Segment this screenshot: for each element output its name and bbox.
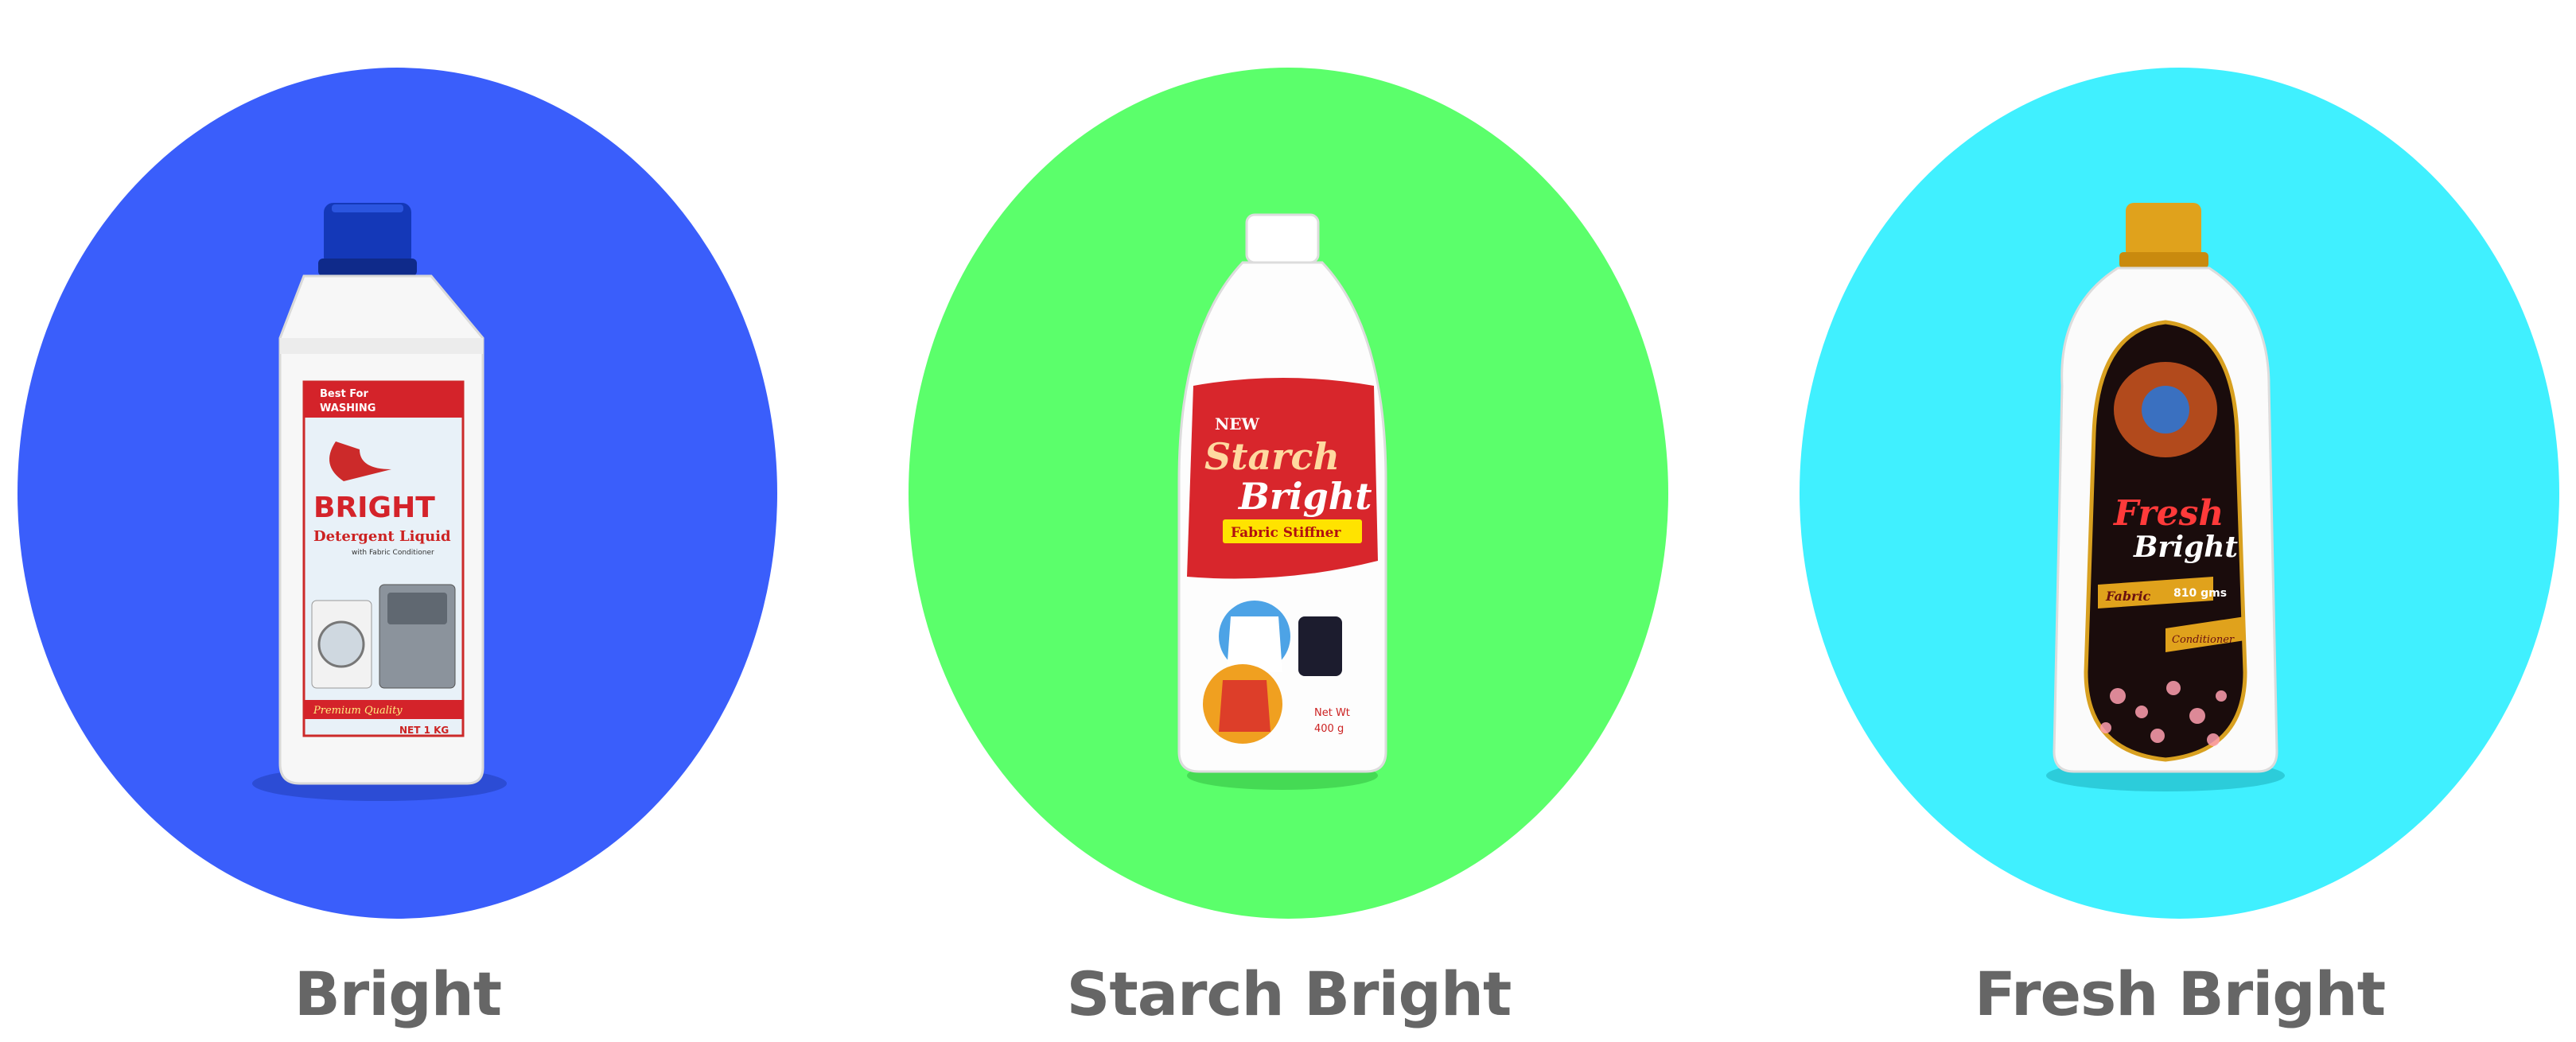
label-net: NET 1 KG bbox=[399, 725, 449, 736]
label-small: with Fabric Conditioner bbox=[352, 549, 434, 557]
product-card-bright[interactable]: Best For WASHING BRIGHT Detergent Liquid… bbox=[0, 0, 796, 1042]
label-net: 810 gms bbox=[2173, 587, 2227, 600]
label-net-weight: Net Wt bbox=[1314, 707, 1350, 719]
label-net-value: 400 g bbox=[1314, 723, 1344, 735]
conditioner-bottle-image: Fresh Bright Fabric 810 gms Conditioner bbox=[2046, 203, 2285, 791]
detergent-bottle-image: Best For WASHING BRIGHT Detergent Liquid… bbox=[252, 203, 507, 801]
label-tag-fabric: Fabric bbox=[2105, 589, 2151, 604]
label-brand-line2: Bright bbox=[1237, 475, 1372, 518]
label-quality: Premium Quality bbox=[313, 705, 403, 717]
label-brand-line2: Bright bbox=[2133, 531, 2238, 564]
product-name: Fresh Bright bbox=[1974, 958, 2386, 1029]
label-subtitle: Detergent Liquid bbox=[313, 528, 451, 545]
label-brand-line1: Fresh bbox=[2112, 493, 2224, 534]
label-tag: Fabric Stiffner bbox=[1231, 525, 1341, 541]
product-card-starch-bright[interactable]: NEW Starch Bright Fabric Stiffner Net Wt… bbox=[891, 0, 1687, 1042]
product-name: Bright bbox=[294, 958, 502, 1029]
label-tag-conditioner: Conditioner bbox=[2172, 634, 2235, 646]
label-brand-line1: Starch bbox=[1204, 435, 1340, 478]
starch-bottle-image: NEW Starch Bright Fabric Stiffner Net Wt… bbox=[1177, 213, 1387, 790]
label-new: NEW bbox=[1215, 414, 1260, 434]
product-card-fresh-bright[interactable]: Fresh Bright Fabric 810 gms Conditioner … bbox=[1782, 0, 2576, 1042]
label-washing: WASHING bbox=[320, 402, 376, 414]
label-brand: BRIGHT bbox=[313, 492, 435, 524]
label-best-for: Best For bbox=[320, 388, 368, 400]
product-name: Starch Bright bbox=[1066, 958, 1512, 1029]
